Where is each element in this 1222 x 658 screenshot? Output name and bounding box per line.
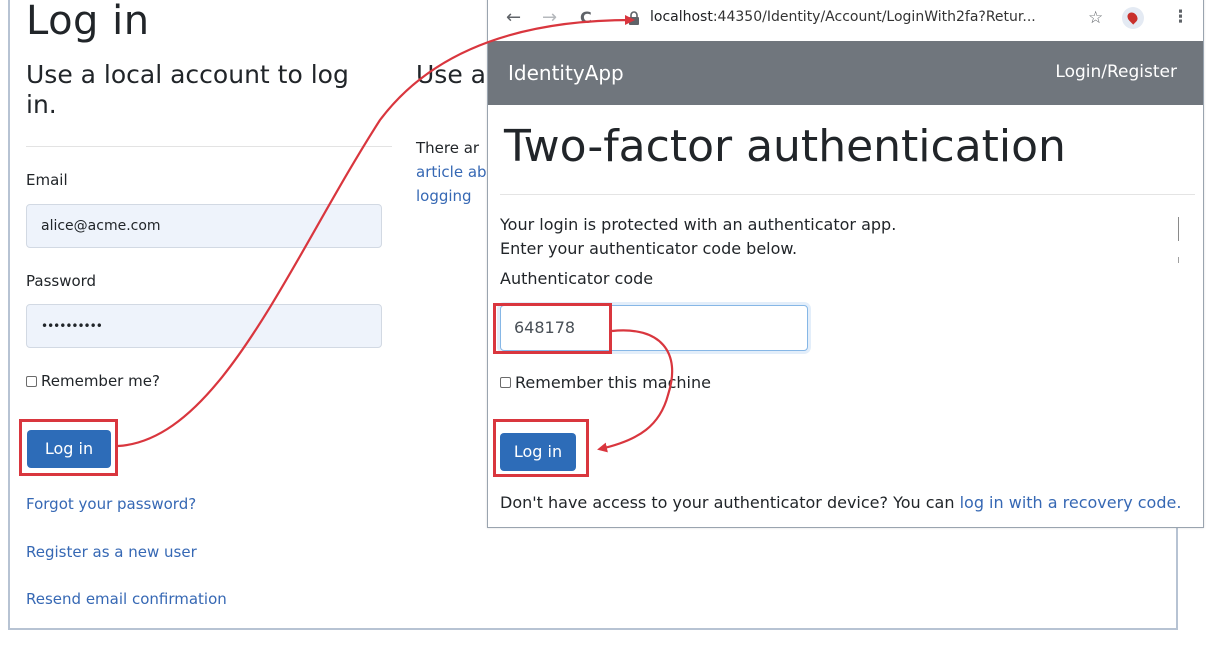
url-host: localhost — [650, 9, 713, 25]
divider — [500, 194, 1195, 195]
twofa-title: Two-factor authentication — [504, 121, 1066, 172]
external-text-line: There ar — [416, 139, 480, 157]
back-arrow-icon[interactable]: ← — [506, 9, 521, 27]
email-label: Email — [26, 171, 68, 189]
app-navbar: IdentityApp Login/Register — [488, 41, 1203, 105]
login-register-link[interactable]: Login/Register — [1055, 62, 1177, 82]
remember-me-row[interactable]: Remember me? — [26, 372, 160, 390]
forward-arrow-icon[interactable]: → — [542, 9, 557, 27]
url-field[interactable]: localhost:44350/Identity/Account/LoginWi… — [620, 3, 1060, 33]
external-article-link[interactable]: article ab — [416, 160, 487, 184]
login-title: Log in — [26, 0, 150, 44]
description-line-1: Your login is protected with an authenti… — [500, 215, 897, 234]
remember-me-checkbox[interactable] — [26, 375, 37, 387]
browser-window: ← → C localhost:44350/Identity/Account/L… — [487, 0, 1204, 528]
remember-machine-label: Remember this machine — [515, 373, 711, 392]
brand-link[interactable]: IdentityApp — [508, 61, 624, 85]
twofa-description: Your login is protected with an authenti… — [500, 213, 896, 261]
profile-avatar-icon[interactable] — [1122, 7, 1144, 29]
bookmark-star-icon[interactable]: ☆ — [1088, 8, 1103, 28]
recovery-text: Don't have access to your authenticator … — [500, 493, 1181, 512]
url-text: localhost:44350/Identity/Account/LoginWi… — [650, 9, 1036, 25]
twofa-login-highlight — [493, 419, 589, 477]
code-highlight — [493, 303, 612, 354]
password-label: Password — [26, 272, 97, 290]
email-field[interactable]: alice@acme.com — [26, 204, 382, 248]
reload-icon[interactable]: C — [580, 9, 592, 27]
local-account-heading: Use a local account to log in. — [26, 60, 349, 119]
address-bar: ← → C localhost:44350/Identity/Account/L… — [488, 0, 1203, 42]
more-menu-icon[interactable]: ⋮ — [1172, 7, 1189, 27]
remember-machine-row[interactable]: Remember this machine — [500, 373, 711, 392]
scrollbar-thumb[interactable] — [1178, 217, 1179, 241]
recovery-code-link[interactable]: log in with a recovery code. — [960, 493, 1182, 512]
divider — [26, 146, 392, 147]
scrollbar-track-mark — [1178, 257, 1179, 263]
remember-machine-checkbox[interactable] — [500, 377, 511, 388]
register-link[interactable]: Register as a new user — [26, 543, 197, 561]
external-logging-link[interactable]: logging — [416, 184, 487, 208]
login-button-highlight — [19, 419, 118, 476]
external-login-heading: Use a — [416, 60, 486, 89]
extension-drop-icon — [1125, 10, 1140, 25]
description-line-2: Enter your authenticator code below. — [500, 239, 798, 258]
remember-me-label: Remember me? — [41, 372, 160, 390]
password-field[interactable]: •••••••••• — [26, 304, 382, 348]
lock-icon — [629, 11, 639, 25]
url-path: :44350/Identity/Account/LoginWith2fa?Ret… — [712, 9, 1036, 25]
resend-confirmation-link[interactable]: Resend email confirmation — [26, 590, 227, 608]
forgot-password-link[interactable]: Forgot your password? — [26, 495, 196, 513]
authenticator-code-label: Authenticator code — [500, 269, 654, 288]
external-login-text: There ar article ab logging — [416, 136, 487, 208]
recovery-prefix: Don't have access to your authenticator … — [500, 493, 960, 512]
